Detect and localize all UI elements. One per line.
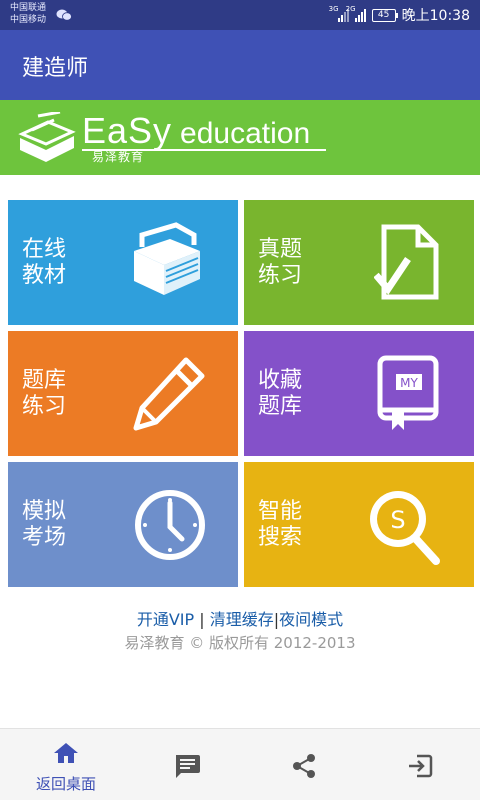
carrier-2: 中国移动 [10,15,47,25]
nav-share[interactable] [244,729,364,800]
clear-cache-link[interactable]: 清理缓存 [210,610,274,629]
tile-favorites-bank[interactable]: 收藏 题库 MY [244,331,474,456]
tile-label: 真题 练习 [258,236,303,288]
status-right: 3G 2G 45 晚上10:38 [329,5,470,25]
tile-label: 在线 教材 [22,236,67,288]
tile-label: 模拟 考场 [22,498,67,550]
svg-text:MY: MY [400,376,418,390]
status-time: 晚上10:38 [401,8,470,24]
tile-past-exam-practice[interactable]: 真题 练习 [244,200,474,325]
carrier-info: 中国联通 中国移动 [10,2,46,26]
clock-icon [135,489,205,560]
app-bar: 建造师 [0,30,480,100]
tile-mock-exam[interactable]: 模拟 考场 [8,462,238,587]
app-title: 建造师 [22,56,89,81]
separator: | [199,610,205,629]
status-bar: 中国联通 中国移动 3G 2G 45 晚上10:38 [0,0,480,30]
pencil-icon [133,357,205,430]
exit-icon [409,754,433,778]
battery-icon: 45 [371,8,398,22]
tile-online-textbook[interactable]: 在线 教材 [8,200,238,325]
brand-banner: EaSy education 易泽教育 [0,100,480,175]
wechat-icon [56,9,72,21]
bookmark-book-icon: MY [377,355,439,430]
tile-label: 智能 搜索 [258,498,303,550]
signal-icon-2: 2G [346,5,366,22]
search-s-icon: S [370,490,440,565]
night-mode-link[interactable]: 夜间模式 [279,610,343,629]
nav-home[interactable]: 返回桌面 [6,729,126,800]
brand-wordmark: EaSy education [82,110,310,152]
book-stack-icon [134,221,200,295]
home-icon [54,743,78,763]
tile-label: 题库 练习 [22,367,67,419]
bottom-nav: 返回桌面 [0,728,480,800]
nav-home-label: 返回桌面 [35,775,96,793]
nav-message[interactable] [127,729,247,800]
brand-part-2: education [180,117,311,150]
brand-logo-icon [18,112,76,162]
copyright-text: 易泽教育 © 版权所有 2012-2013 [124,634,356,652]
brand-part-1: EaSy [82,110,173,151]
open-vip-link[interactable]: 开通VIP [137,610,194,629]
tile-smart-search[interactable]: 智能 搜索 S [244,462,474,587]
nav-exit[interactable] [360,729,480,800]
carrier-1: 中国联通 [10,3,47,13]
document-check-icon [374,224,439,299]
tile-question-bank-practice[interactable]: 题库 练习 [8,331,238,456]
message-icon [176,755,200,778]
footer-links: 开通VIP | 清理缓存|夜间模式 [0,606,480,630]
svg-text:S: S [390,506,405,534]
brand-chinese-name: 易泽教育 [92,150,145,164]
tile-label: 收藏 题库 [258,367,303,419]
share-icon [293,754,315,778]
